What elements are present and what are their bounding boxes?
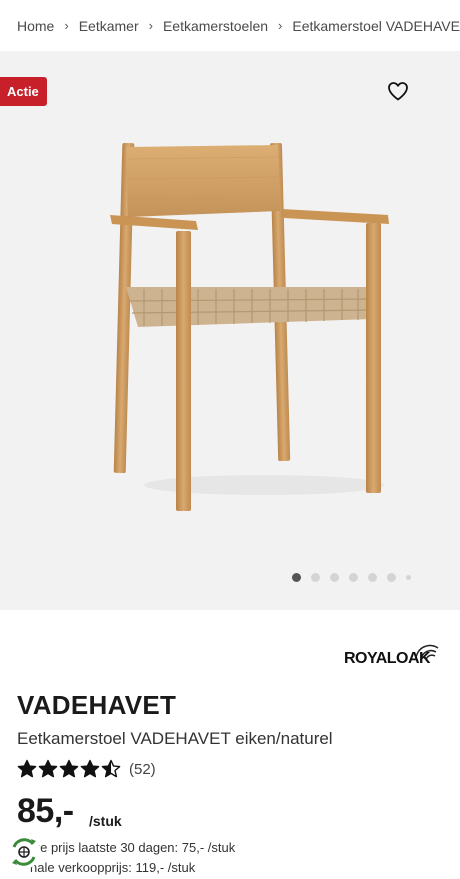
breadcrumb-eetkamer[interactable]: Eetkamer bbox=[79, 18, 139, 34]
gallery-dot[interactable] bbox=[406, 575, 411, 580]
gallery-dot[interactable] bbox=[349, 573, 358, 582]
gallery-pagination[interactable] bbox=[292, 573, 411, 582]
breadcrumb-home[interactable]: Home bbox=[17, 18, 54, 34]
brand-logo[interactable]: ROYALOAK bbox=[340, 638, 444, 672]
gallery-dot[interactable] bbox=[368, 573, 377, 582]
gallery-dot[interactable] bbox=[311, 573, 320, 582]
product-image[interactable] bbox=[104, 139, 394, 519]
chevron-right-icon: › bbox=[64, 18, 69, 33]
breadcrumb-current: Eetkamerstoel VADEHAVET bbox=[292, 17, 460, 34]
gallery-dot[interactable] bbox=[387, 573, 396, 582]
eco-icon[interactable] bbox=[7, 835, 41, 869]
brand-name: ROYALOAK bbox=[344, 650, 431, 667]
lowest-price-note: ste prijs laatste 30 dagen: 75,- /stuk bbox=[30, 840, 236, 855]
gallery-dot[interactable] bbox=[330, 573, 339, 582]
rating-stars bbox=[17, 759, 122, 779]
star-icon bbox=[17, 759, 37, 778]
half-star-icon bbox=[101, 759, 121, 778]
chevron-right-icon: › bbox=[148, 18, 153, 33]
product-price: 85,- bbox=[17, 792, 74, 830]
breadcrumb: Home › Eetkamer › Eetkamerstoelen › Eetk… bbox=[0, 0, 460, 51]
product-rating[interactable]: (52) bbox=[17, 759, 156, 779]
gallery-dot[interactable] bbox=[292, 573, 301, 582]
price-unit: /stuk bbox=[89, 813, 122, 829]
original-price-note: nale verkoopprijs: 119,- /stuk bbox=[30, 860, 196, 875]
breadcrumb-eetkamerstoelen[interactable]: Eetkamerstoelen bbox=[163, 18, 268, 34]
heart-icon[interactable] bbox=[386, 79, 410, 103]
review-count[interactable]: (52) bbox=[129, 761, 156, 778]
sale-badge: Actie bbox=[0, 77, 47, 106]
product-subtitle: Eetkamerstoel VADEHAVET eiken/naturel bbox=[17, 729, 333, 748]
star-icon bbox=[38, 759, 58, 778]
product-gallery[interactable]: Actie bbox=[0, 51, 460, 610]
chevron-right-icon: › bbox=[278, 18, 283, 33]
star-icon bbox=[59, 759, 79, 778]
product-title: VADEHAVET bbox=[17, 690, 177, 720]
star-icon bbox=[80, 759, 100, 778]
